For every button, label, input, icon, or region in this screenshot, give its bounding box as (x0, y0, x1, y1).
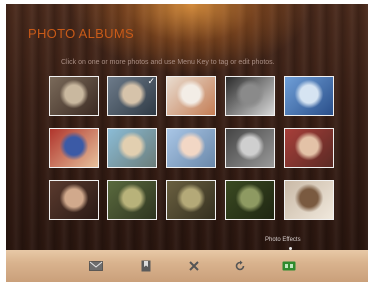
photo-thumbnail[interactable]: ✓ (107, 76, 157, 116)
bottom-toolbar (6, 250, 368, 282)
page-title: PHOTO ALBUMS (28, 26, 134, 41)
photo-thumbnail[interactable] (107, 180, 157, 220)
photo-thumbnail[interactable] (49, 180, 99, 220)
photo-thumbnail[interactable] (284, 76, 334, 116)
photo-thumbnail[interactable] (225, 128, 275, 168)
checkmark-icon: ✓ (147, 76, 155, 86)
instruction-text: Click on one or more photos and use Menu… (61, 59, 275, 66)
photo-thumbnail[interactable] (166, 76, 216, 116)
photo-thumbnail[interactable] (225, 180, 275, 220)
photo-effects-label[interactable]: Photo Effects (265, 237, 301, 243)
photo-thumbnail[interactable] (166, 180, 216, 220)
delete-icon[interactable] (186, 258, 202, 274)
photo-albums-screen: PHOTO ALBUMS Click on one or more photos… (6, 4, 368, 250)
photo-thumbnail[interactable] (49, 128, 99, 168)
photo-thumbnail[interactable] (107, 128, 157, 168)
photo-thumbnail[interactable] (225, 76, 275, 116)
rotate-icon[interactable] (232, 258, 248, 274)
photo-thumbnail[interactable] (284, 180, 334, 220)
bookmark-icon[interactable] (138, 258, 154, 274)
photo-thumbnail[interactable] (284, 128, 334, 168)
photo-thumbnail[interactable] (166, 128, 216, 168)
email-icon[interactable] (88, 258, 104, 274)
photo-thumbnail[interactable] (49, 76, 99, 116)
app-frame: PHOTO ALBUMS Click on one or more photos… (0, 0, 374, 283)
slideshow-icon[interactable] (281, 258, 297, 274)
